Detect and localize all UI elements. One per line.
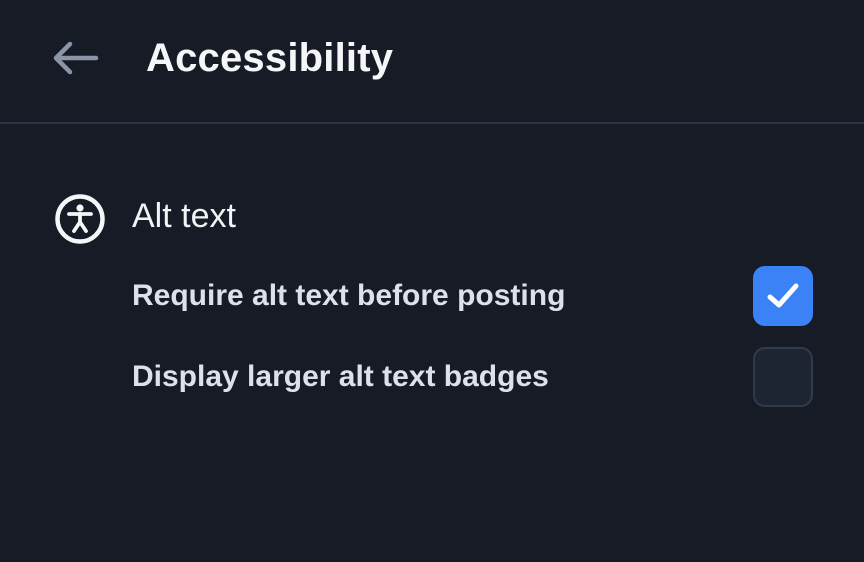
require-alt-text-label: Require alt text before posting [132,279,566,312]
accessibility-icon [55,194,105,244]
accessibility-settings-screen: Accessibility Alt text Require alt text … [0,0,864,562]
back-button[interactable] [44,32,106,84]
require-alt-text-checkbox[interactable] [753,266,813,326]
header-bar: Accessibility [0,0,864,124]
page-title: Accessibility [146,36,394,80]
larger-badges-label: Display larger alt text badges [132,360,549,393]
checkmark-icon [767,283,799,308]
section-title-alt-text: Alt text [132,197,236,235]
arrow-left-icon [53,41,99,75]
larger-badges-checkbox[interactable] [753,347,813,407]
